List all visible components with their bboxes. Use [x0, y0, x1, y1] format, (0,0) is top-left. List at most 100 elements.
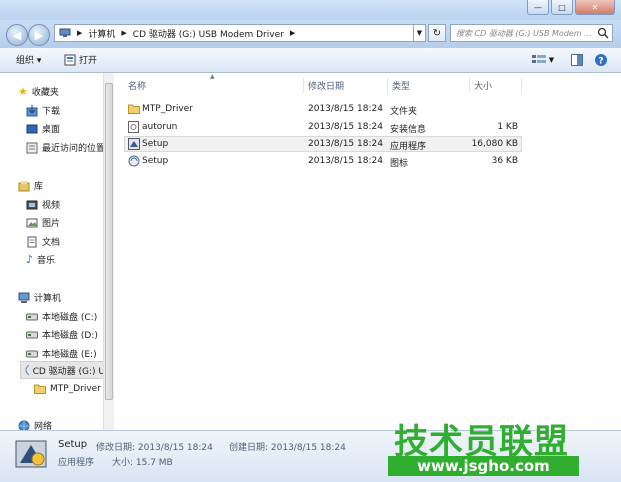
nav-computer[interactable]: 计算机 [18, 291, 61, 304]
nav-drive-e[interactable]: 本地磁盘 (E:) [26, 347, 97, 360]
file-name: Setup [142, 139, 169, 149]
address-input[interactable]: ▶ 计算机 ▶ CD 驱动器 (G:) USB Modem Driver ▶ [54, 24, 414, 42]
application-large-icon [15, 440, 47, 468]
nav-label: 库 [34, 182, 44, 192]
details-created: 创建日期: 2013/8/15 18:24 [229, 443, 346, 453]
maximize-button[interactable]: □ [551, 0, 573, 15]
file-date: 2013/8/15 18:24 [308, 156, 383, 166]
open-button[interactable]: 打开 [64, 53, 97, 66]
details-name: Setup [58, 439, 88, 450]
organize-button[interactable]: 组织 ▾ [16, 53, 41, 66]
refresh-icon: ↻ [432, 27, 442, 39]
column-header-size[interactable]: 大小 [470, 77, 522, 93]
breadcrumb-computer[interactable]: 计算机 [88, 27, 115, 40]
desktop-icon [26, 124, 38, 133]
pictures-icon [26, 218, 38, 227]
library-icon [18, 180, 30, 191]
navigation-pane: ★ 收藏夹 下载 桌面 最近访问的位置 库 视频 图片 文档 ♪ 音乐 计算机 … [0, 73, 112, 430]
forward-button[interactable]: ▶ [28, 24, 50, 46]
file-type: 应用程序 [390, 142, 427, 152]
address-separator-icon: ▶ [289, 29, 296, 37]
close-button[interactable]: ✕ [575, 0, 615, 15]
nav-label: MTP_Driver [50, 383, 101, 394]
scrollbar-thumb[interactable] [105, 83, 113, 400]
help-button[interactable]: ? [592, 52, 610, 68]
file-name: autorun [142, 122, 178, 132]
back-button[interactable]: ◀ [6, 24, 28, 46]
file-type: 文件夹 [390, 107, 418, 117]
address-separator-icon: ▶ [121, 29, 127, 37]
search-input[interactable]: 搜索 CD 驱动器 (G:) USB Modem ... [450, 24, 613, 42]
nav-drive-d[interactable]: 本地磁盘 (D:) [26, 328, 98, 341]
watermark-logo: 技术员联盟 www.jsgho.com [388, 410, 582, 480]
column-label: 名称 [128, 81, 147, 92]
nav-label: 收藏夹 [31, 88, 59, 98]
sort-arrow-icon: ▲ [210, 73, 215, 80]
file-size: 16,080 KB [471, 139, 518, 149]
table-row[interactable]: MTP_Driver 2013/8/15 18:24 文件夹 [124, 101, 522, 117]
hard-drive-icon [26, 313, 38, 320]
folder-icon [34, 384, 46, 394]
file-type: 安装信息 [390, 125, 427, 135]
details-size: 大小: 15.7 MB [112, 458, 173, 468]
nav-documents[interactable]: 文档 [26, 235, 60, 248]
file-type: 图标 [390, 159, 409, 169]
file-size: 36 KB [491, 156, 518, 166]
address-bar-row: ◀ ▶ ▶ 计算机 ▶ CD 驱动器 (G:) USB Modem Driver… [0, 20, 621, 48]
file-list: 名称 ▲ 修改日期 类型 大小 MTP_Driver 2013/8/15 18:… [114, 73, 621, 430]
address-history-dropdown[interactable]: ▼ [414, 24, 426, 42]
nav-downloads[interactable]: 下载 [26, 104, 60, 117]
nav-libraries[interactable]: 库 [18, 179, 43, 192]
chevron-down-icon: ▼ [548, 56, 555, 64]
nav-recent-places[interactable]: 最近访问的位置 [26, 141, 105, 154]
hard-drive-icon [26, 350, 38, 357]
table-row[interactable]: autorun 2013/8/15 18:24 安装信息 1 KB [124, 119, 522, 135]
open-icon [64, 54, 76, 65]
title-bar: — □ ✕ [0, 0, 621, 20]
computer-icon [18, 292, 30, 303]
column-label: 类型 [392, 81, 411, 92]
music-icon: ♪ [26, 253, 34, 266]
watermark-url: www.jsgho.com [388, 456, 579, 476]
nav-mtp-driver[interactable]: MTP_Driver [34, 383, 101, 394]
hard-drive-icon [26, 331, 38, 338]
nav-label: 下载 [42, 107, 61, 117]
refresh-button[interactable]: ↻ [428, 24, 446, 42]
nav-label: 本地磁盘 (D:) [42, 331, 98, 341]
videos-icon [26, 200, 38, 209]
nav-label: 计算机 [34, 294, 62, 304]
window-controls: — □ ✕ [527, 0, 615, 15]
table-row[interactable]: Setup 2013/8/15 18:24 图标 36 KB [124, 153, 522, 169]
table-row-selected[interactable]: Setup 2013/8/15 18:24 应用程序 16,080 KB [124, 136, 522, 152]
details-modified: 修改日期: 2013/8/15 18:24 [96, 443, 213, 453]
preview-pane-button[interactable] [568, 52, 586, 68]
file-date: 2013/8/15 18:24 [308, 104, 383, 114]
nav-pictures[interactable]: 图片 [26, 216, 60, 229]
nav-network[interactable]: 网络 [18, 419, 52, 430]
minimize-button[interactable]: — [527, 0, 549, 15]
view-options-button[interactable]: ▼ [528, 52, 558, 68]
file-name: Setup [142, 156, 169, 166]
icon-file-icon [128, 155, 140, 167]
nav-videos[interactable]: 视频 [26, 198, 60, 211]
network-icon [18, 420, 30, 430]
column-header-date[interactable]: 修改日期 [304, 77, 388, 93]
nav-music[interactable]: ♪ 音乐 [26, 253, 55, 266]
nav-cd-drive[interactable]: CD 驱动器 (G:) U [20, 361, 106, 379]
breadcrumb-cd-drive[interactable]: CD 驱动器 (G:) USB Modem Driver [133, 27, 284, 40]
setup-info-icon [128, 121, 139, 133]
nav-label: 文档 [42, 238, 61, 248]
documents-icon [27, 236, 37, 247]
column-header-type[interactable]: 类型 [388, 77, 470, 93]
nav-label: 网络 [34, 422, 53, 430]
nav-drive-c[interactable]: 本地磁盘 (C:) [26, 310, 97, 323]
nav-desktop[interactable]: 桌面 [26, 122, 60, 135]
star-icon: ★ [18, 85, 28, 98]
navigation-scrollbar[interactable] [103, 73, 114, 430]
nav-favorites[interactable]: ★ 收藏夹 [18, 85, 59, 98]
address-separator-icon: ▶ [77, 29, 83, 37]
nav-label: 图片 [42, 219, 61, 229]
application-icon [128, 138, 140, 150]
svg-text:?: ? [598, 57, 603, 67]
command-bar: 组织 ▾ 打开 ▼ ? [0, 48, 621, 73]
